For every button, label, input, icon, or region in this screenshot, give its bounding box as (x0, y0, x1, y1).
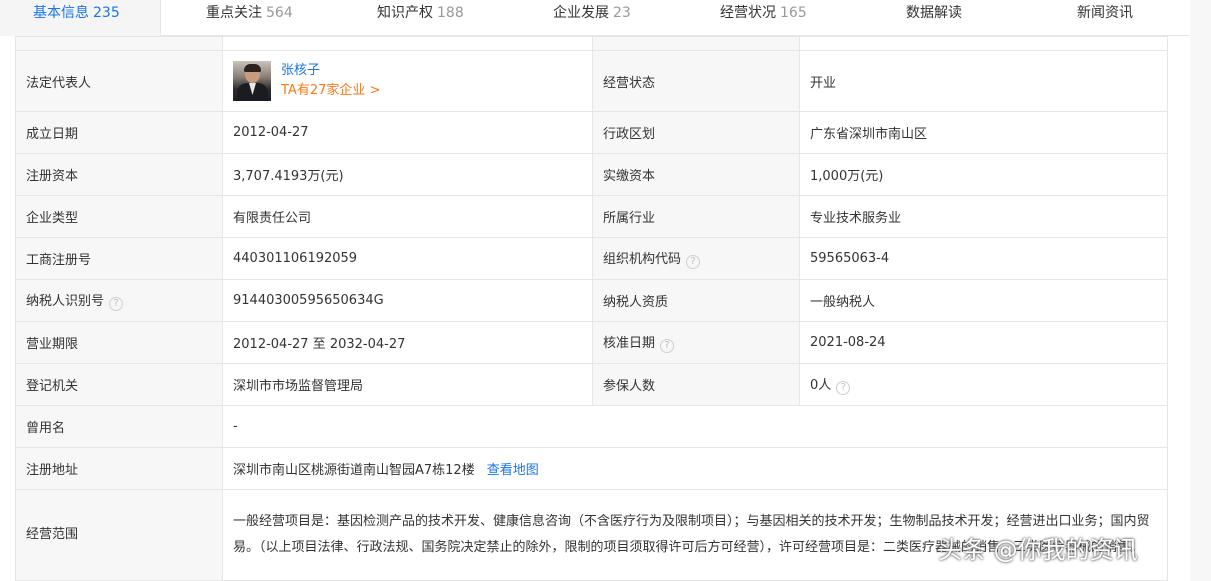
former-name-value: - (222, 405, 1168, 448)
tab-business-status[interactable]: 经营状况 165 (720, 0, 807, 36)
watermark: 头条 @你我的资讯 (938, 536, 1138, 564)
org-code-value: 59565063-4 (799, 237, 1168, 280)
tax-id-value: 91440300595650634G (222, 279, 593, 322)
approval-label: 核准日期 (603, 336, 656, 351)
reg-no-value: 440301106192059 (222, 237, 593, 280)
paid-capital-label: 实缴资本 (592, 153, 800, 196)
industry-label: 所属行业 (592, 195, 800, 238)
company-type-label: 企业类型 (15, 195, 223, 238)
status-label: 经营状态 (592, 50, 800, 112)
tab-intellectual-property[interactable]: 知识产权 188 (377, 0, 464, 36)
tax-id-label: 纳税人识别号 (26, 294, 105, 309)
table-row: 工商注册号 440301106192059 组织机构代码? 59565063-4 (15, 237, 1168, 280)
table-row: 登记机关 深圳市市场监督管理局 参保人数 0人? (15, 363, 1168, 406)
term-label: 营业期限 (15, 321, 223, 364)
help-icon[interactable]: ? (109, 297, 124, 311)
tab-enterprise-development[interactable]: 企业发展 23 (553, 0, 631, 36)
tab-news[interactable]: 新闻资讯 (1077, 0, 1133, 36)
tab-data-interpretation[interactable]: 数据解读 (906, 0, 962, 36)
address-value: 深圳市南山区桃源街道南山智园A7栋12楼 (233, 463, 475, 478)
founded-label: 成立日期 (15, 111, 223, 154)
legal-rep-name-link[interactable]: 张核子 (281, 61, 380, 81)
reg-no-label: 工商注册号 (15, 237, 223, 280)
insured-value-cell: 0人? (799, 363, 1168, 406)
taxpayer-value: 一般纳税人 (799, 279, 1168, 322)
help-icon[interactable]: ? (836, 381, 851, 395)
authority-value: 深圳市市场监督管理局 (222, 363, 593, 406)
legal-rep-companies-link[interactable]: TA有27家企业 > (281, 81, 380, 101)
reg-capital-label: 注册资本 (15, 153, 223, 196)
table-row: 营业期限 2012-04-27 至 2032-04-27 核准日期? 2021-… (15, 321, 1168, 364)
insured-label: 参保人数 (592, 363, 800, 406)
address-label: 注册地址 (15, 447, 223, 490)
legal-rep-cell: 张核子 TA有27家企业 > (222, 50, 593, 112)
address-cell: 深圳市南山区桃源街道南山智园A7栋12楼 查看地图 (222, 447, 1168, 490)
authority-label: 登记机关 (15, 363, 223, 406)
table-row: 曾用名 - (15, 405, 1168, 448)
term-value: 2012-04-27 至 2032-04-27 (222, 321, 593, 364)
company-type-value: 有限责任公司 (222, 195, 593, 238)
help-icon[interactable]: ? (686, 255, 701, 269)
org-code-label-cell: 组织机构代码? (592, 237, 800, 280)
table-row: 注册资本 3,707.4193万(元) 实缴资本 1,000万(元) (15, 153, 1168, 196)
region-value: 广东省深圳市南山区 (799, 111, 1168, 154)
view-map-link[interactable]: 查看地图 (487, 463, 539, 478)
legal-rep-label: 法定代表人 (15, 50, 223, 112)
table-row: 法定代表人 张核子 TA有27家企业 > 经营状态 开业 (15, 50, 1168, 112)
org-code-label: 组织机构代码 (603, 252, 682, 267)
table-row: 注册地址 深圳市南山区桃源街道南山智园A7栋12楼 查看地图 (15, 447, 1168, 490)
page-gutter (1190, 0, 1211, 581)
status-value: 开业 (799, 50, 1168, 112)
table-row (15, 36, 1168, 51)
reg-capital-value: 3,707.4193万(元) (222, 153, 593, 196)
taxpayer-label: 纳税人资质 (592, 279, 800, 322)
tab-key-concerns[interactable]: 重点关注 564 (206, 0, 293, 36)
former-name-label: 曾用名 (15, 405, 223, 448)
table-row: 纳税人识别号? 91440300595650634G 纳税人资质 一般纳税人 (15, 279, 1168, 322)
help-icon[interactable]: ? (660, 339, 675, 353)
tax-id-label-cell: 纳税人识别号? (15, 279, 223, 322)
insured-value: 0人 (810, 378, 832, 393)
avatar[interactable] (233, 61, 271, 101)
company-info-table: 法定代表人 张核子 TA有27家企业 > 经营状态 开业 成立日期 2012-0… (15, 36, 1168, 581)
table-row: 企业类型 有限责任公司 所属行业 专业技术服务业 (15, 195, 1168, 238)
tab-bar: 基本信息 235 重点关注 564 知识产权 188 企业发展 23 经营状况 165 数… (0, 0, 1190, 36)
approval-label-cell: 核准日期? (592, 321, 800, 364)
founded-value: 2012-04-27 (222, 111, 593, 154)
tab-basic-info[interactable]: 基本信息 235 (0, 0, 161, 36)
paid-capital-value: 1,000万(元) (799, 153, 1168, 196)
industry-value: 专业技术服务业 (799, 195, 1168, 238)
approval-value: 2021-08-24 (799, 321, 1168, 364)
table-row: 成立日期 2012-04-27 行政区划 广东省深圳市南山区 (15, 111, 1168, 154)
region-label: 行政区划 (592, 111, 800, 154)
scope-label: 经营范围 (15, 489, 223, 581)
